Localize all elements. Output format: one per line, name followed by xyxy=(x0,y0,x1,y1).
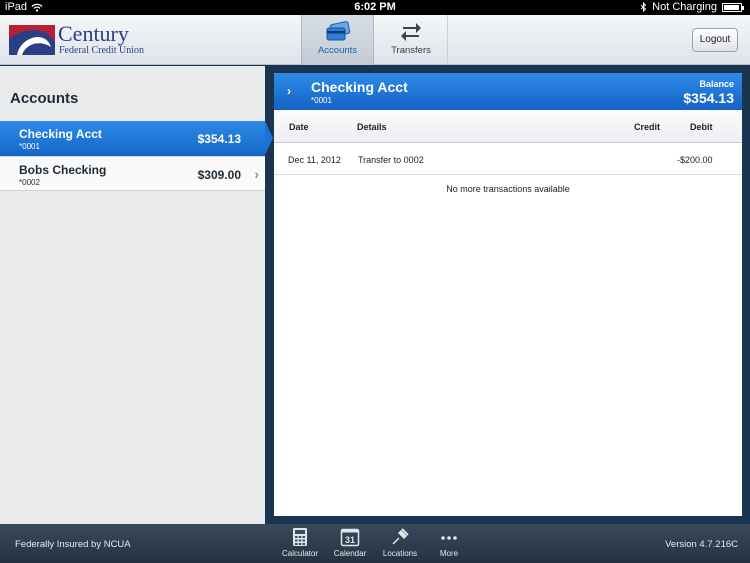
app-header: Century Federal Credit Union Accounts Tr… xyxy=(0,15,750,65)
clock: 6:02 PM xyxy=(354,1,396,13)
brand-name: Century xyxy=(58,21,129,46)
version-label: Version 4.7.216C xyxy=(665,539,738,550)
tab-accounts-label: Accounts xyxy=(317,45,358,56)
calendar-day: 31 xyxy=(345,535,355,545)
locations-label: Locations xyxy=(382,549,418,558)
account-balance: $309.00 xyxy=(197,168,241,182)
tab-transfers-label: Transfers xyxy=(391,45,431,56)
logout-button[interactable]: Logout xyxy=(692,28,738,52)
account-number: *0002 xyxy=(19,178,40,187)
column-debit: Debit xyxy=(690,122,713,132)
balance-label: Balance xyxy=(699,79,734,89)
locations-button[interactable]: Locations xyxy=(375,527,425,558)
more-dots-icon xyxy=(441,536,457,540)
account-detail-panel: › Checking Acct *0001 Balance $354.13 Da… xyxy=(274,73,742,516)
column-details: Details xyxy=(357,122,387,132)
transaction-debit: -$200.00 xyxy=(677,155,713,165)
account-detail-header[interactable]: › Checking Acct *0001 Balance $354.13 xyxy=(274,73,742,110)
eagle-logo-icon xyxy=(9,25,55,55)
table-row[interactable]: Dec 11, 2012 Transfer to 0002 -$200.00 xyxy=(274,144,742,175)
chevron-right-icon: › xyxy=(287,84,291,98)
detail-balance: $354.13 xyxy=(683,90,734,106)
account-row-checking-acct[interactable]: Checking Acct *0001 $354.13 xyxy=(0,121,273,156)
bluetooth-icon xyxy=(640,2,647,12)
calculator-button[interactable]: Calculator xyxy=(275,527,325,558)
bottom-toolbar: Federally Insured by NCUA Calculator 31 … xyxy=(0,524,750,563)
chevron-right-icon: › xyxy=(254,166,259,182)
brand-subtitle: Federal Credit Union xyxy=(59,45,144,56)
account-balance: $354.13 xyxy=(197,132,241,146)
calendar-icon: 31 xyxy=(340,528,360,547)
calculator-label: Calculator xyxy=(281,549,318,558)
battery-icon xyxy=(722,2,744,12)
cards-icon xyxy=(326,21,350,41)
account-name: Bobs Checking xyxy=(19,163,107,177)
calendar-button[interactable]: 31 Calendar xyxy=(325,527,375,558)
column-date: Date xyxy=(289,122,309,132)
detail-account-number: *0001 xyxy=(311,96,332,105)
calendar-label: Calendar xyxy=(333,549,367,558)
accounts-panel: Accounts Checking Acct *0001 $354.13 Bob… xyxy=(0,66,273,524)
account-row-bobs-checking[interactable]: Bobs Checking *0002 $309.00 › xyxy=(0,156,265,191)
brand-logo: Century Federal Credit Union xyxy=(9,21,144,58)
tab-transfers[interactable]: Transfers xyxy=(375,15,448,65)
ncua-notice: Federally Insured by NCUA xyxy=(15,539,131,550)
transactions-table-header: Date Details Credit Debit xyxy=(274,110,742,143)
column-credit: Credit xyxy=(634,122,661,132)
status-bar: iPad 6:02 PM Not Charging xyxy=(0,0,750,15)
tab-accounts[interactable]: Accounts xyxy=(301,15,374,65)
location-pin-icon xyxy=(392,528,409,545)
detail-account-name: Checking Acct xyxy=(311,79,408,95)
account-number: *0001 xyxy=(19,142,40,151)
calculator-icon xyxy=(293,528,307,546)
more-button[interactable]: More xyxy=(424,527,474,558)
accounts-panel-title: Accounts xyxy=(10,90,79,107)
more-label: More xyxy=(439,549,459,558)
no-more-transactions-text: No more transactions available xyxy=(446,184,570,194)
transfer-arrows-icon xyxy=(401,23,421,41)
charging-status: Not Charging xyxy=(652,1,717,13)
account-name: Checking Acct xyxy=(19,127,102,141)
transaction-date: Dec 11, 2012 xyxy=(288,155,341,165)
transaction-details: Transfer to 0002 xyxy=(358,155,424,165)
